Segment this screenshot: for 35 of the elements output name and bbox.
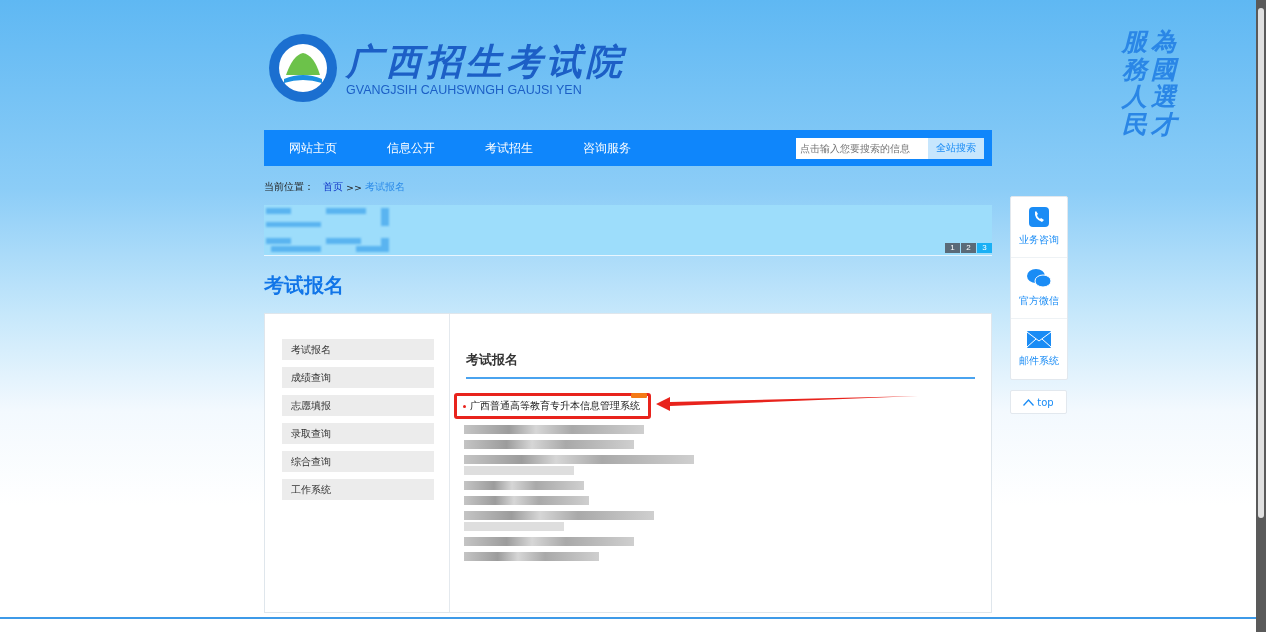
section-heading: 考试报名	[466, 352, 975, 379]
breadcrumb-separator: >>	[346, 181, 362, 193]
float-link[interactable]: 官方微信	[1011, 258, 1067, 319]
site-title: 广西招生考试院	[346, 39, 626, 83]
sidebar-item[interactable]: 志愿填报	[282, 395, 434, 416]
sidebar-item[interactable]: 成绩查询	[282, 367, 434, 388]
scrollbar[interactable]	[1256, 0, 1266, 632]
breadcrumb-link[interactable]: 考试报名	[364, 180, 405, 194]
list-link[interactable]: 广西普通高等教育专升本信息管理系统	[470, 399, 640, 413]
float-link[interactable]: 业务咨询	[1011, 197, 1067, 258]
bullet-icon	[463, 404, 466, 408]
logo-icon	[268, 33, 338, 103]
pager-button[interactable]: 3	[977, 243, 992, 253]
search-field[interactable]: 点击输入您要搜索的信息	[796, 137, 928, 159]
back-to-top-button[interactable]: top	[1010, 390, 1067, 414]
nav-link[interactable]: 咨询服务	[558, 139, 656, 157]
sidebar-item[interactable]: 综合查询	[282, 451, 434, 472]
chat-bubbles-icon	[1027, 268, 1051, 288]
breadcrumb-link[interactable]: 首页	[323, 180, 343, 194]
pager-button[interactable]: 2	[961, 243, 976, 253]
mail-icon	[1027, 330, 1051, 348]
nav-link[interactable]: 信息公开	[362, 139, 460, 157]
breadcrumb-label: 当前位置：	[264, 180, 314, 194]
float-link[interactable]: 邮件系统	[1011, 319, 1067, 379]
sidebar-item[interactable]: 考试报名	[282, 339, 434, 360]
sidebar-item[interactable]: 工作系统	[282, 479, 434, 500]
site-subtitle: GVANGJSIH CAUHSWNGH GAUJSI YEN	[346, 83, 583, 97]
page-heading: 考试报名	[264, 272, 345, 299]
caret-icon	[1023, 398, 1035, 406]
pager-button[interactable]: 1	[945, 243, 960, 253]
search-button[interactable]: 全站搜索	[928, 137, 984, 159]
sidebar-item[interactable]: 录取查询	[282, 423, 434, 444]
phone-icon	[1029, 207, 1049, 227]
nav-link[interactable]: 网站主页	[264, 139, 362, 157]
nav-link[interactable]: 考试招生	[460, 139, 558, 157]
